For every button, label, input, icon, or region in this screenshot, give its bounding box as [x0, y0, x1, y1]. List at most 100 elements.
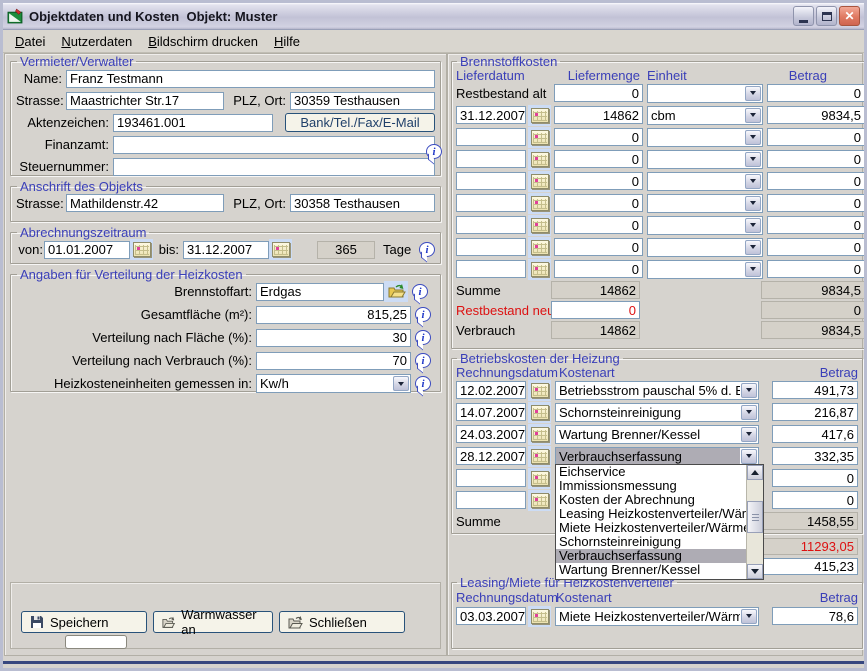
calendar-button[interactable] — [528, 171, 551, 192]
liefermenge-field[interactable]: 0 — [554, 238, 643, 256]
einheit-select[interactable] — [647, 150, 763, 169]
einheit-select[interactable]: Kw/h — [256, 374, 411, 393]
warmwasser-button[interactable]: Warmwasser an — [153, 611, 273, 633]
calendar-button[interactable] — [528, 446, 551, 467]
chevron-down-icon[interactable] — [745, 218, 761, 233]
lieferdatum-field[interactable] — [456, 238, 526, 256]
betrag-field[interactable]: 491,73 — [772, 381, 858, 399]
kostenart-select[interactable]: Verbrauchserfassung — [555, 447, 759, 466]
von-calendar-button[interactable] — [130, 239, 153, 260]
dropdown-option-selected[interactable]: Verbrauchserfassung — [556, 549, 746, 563]
betrag-field[interactable]: 0 — [767, 172, 865, 190]
chevron-down-icon[interactable] — [745, 130, 761, 145]
brennstoffart-field[interactable]: Erdgas — [256, 283, 384, 301]
menu-nutzerdaten[interactable]: Nutzerdaten — [53, 31, 140, 52]
objekt-strasse-field[interactable]: Mathildenstr.42 — [66, 194, 224, 212]
objekt-plz-field[interactable]: 30358 Testhausen — [290, 194, 435, 212]
scroll-up-button[interactable] — [747, 465, 763, 480]
info-icon[interactable]: i — [415, 353, 431, 368]
betrag-field[interactable]: 0 — [767, 216, 865, 234]
info-icon[interactable]: i — [426, 144, 442, 159]
title-bar[interactable]: Objektdaten und Kosten Objekt: Muster ✕ — [3, 3, 864, 30]
betrag-field[interactable]: 0 — [767, 150, 865, 168]
restbestand-alt-betrag-field[interactable]: 0 — [767, 84, 865, 102]
scroll-down-button[interactable] — [747, 564, 763, 579]
chevron-down-icon[interactable] — [741, 609, 757, 624]
rechnungsdatum-field[interactable]: 14.07.2007 — [456, 403, 526, 421]
calendar-button[interactable] — [528, 215, 551, 236]
rechnungsdatum-field[interactable] — [456, 491, 526, 509]
calendar-button[interactable] — [528, 490, 551, 511]
close-button[interactable]: ✕ — [839, 6, 860, 26]
chevron-down-icon[interactable] — [745, 262, 761, 277]
calendar-button[interactable] — [528, 380, 551, 401]
close-form-button[interactable]: Schließen — [279, 611, 405, 633]
info-icon[interactable]: i — [419, 242, 435, 257]
betrag-field[interactable]: 9834,5 — [767, 106, 865, 124]
calendar-button[interactable] — [528, 149, 551, 170]
dropdown-option[interactable]: Kosten der Abrechnung — [556, 493, 746, 507]
calendar-button[interactable] — [528, 105, 551, 126]
betrag-field[interactable]: 78,6 — [772, 607, 858, 625]
einheit-select[interactable] — [647, 84, 763, 103]
kostenart-select[interactable]: Schornsteinreinigung — [555, 403, 759, 422]
von-field[interactable]: 01.01.2007 — [44, 241, 130, 259]
menu-bildschirm-drucken[interactable]: Bildschirm drucken — [140, 31, 266, 52]
lieferdatum-field[interactable] — [456, 128, 526, 146]
betrag-field[interactable]: 0 — [767, 194, 865, 212]
einheit-select[interactable] — [647, 238, 763, 257]
einheit-select[interactable] — [647, 260, 763, 279]
info-icon[interactable]: i — [415, 307, 431, 322]
chevron-down-icon[interactable] — [741, 449, 757, 464]
liefermenge-field[interactable]: 0 — [554, 260, 643, 278]
kostenart-select[interactable]: Miete Heizkostenverteiler/Wärm — [555, 607, 759, 626]
lieferdatum-field[interactable] — [456, 150, 526, 168]
rechnungsdatum-field[interactable] — [456, 469, 526, 487]
restbestand-neu-field[interactable]: 0 — [551, 301, 640, 319]
lieferdatum-field[interactable] — [456, 172, 526, 190]
rechnungsdatum-field[interactable]: 03.03.2007 — [456, 607, 526, 625]
info-icon[interactable]: i — [415, 376, 431, 391]
info-icon[interactable]: i — [412, 284, 428, 299]
aktenzeichen-field[interactable]: 193461.001 — [113, 114, 273, 132]
dropdown-scrollbar[interactable] — [746, 465, 763, 579]
chevron-down-icon[interactable] — [745, 152, 761, 167]
untere-summe-field[interactable]: 415,23 — [748, 558, 858, 575]
lieferdatum-field[interactable] — [456, 194, 526, 212]
dropdown-option[interactable]: Miete Heizkostenverteiler/Wärme — [556, 521, 746, 535]
kostenart-select[interactable]: Wartung Brenner/Kessel — [555, 425, 759, 444]
einheit-select[interactable] — [647, 194, 763, 213]
calendar-button[interactable] — [528, 259, 551, 280]
einheit-select[interactable]: cbm — [647, 106, 763, 125]
rechnungsdatum-field[interactable]: 24.03.2007 — [456, 425, 526, 443]
calendar-button[interactable] — [528, 193, 551, 214]
calendar-button[interactable] — [528, 127, 551, 148]
calendar-button[interactable] — [528, 468, 551, 489]
rechnungsdatum-field[interactable]: 12.02.2007 — [456, 381, 526, 399]
minimize-button[interactable] — [793, 6, 814, 26]
einheit-select[interactable] — [647, 216, 763, 235]
liefermenge-field[interactable]: 0 — [554, 194, 643, 212]
verteilung-flaeche-field[interactable]: 30 — [256, 329, 411, 347]
chevron-down-icon[interactable] — [745, 108, 761, 123]
finanzamt-field[interactable] — [113, 136, 435, 154]
info-icon[interactable]: i — [415, 330, 431, 345]
dropdown-option[interactable]: Leasing Heizkostenverteiler/Wärme — [556, 507, 746, 521]
name-field[interactable]: Franz Testmann — [66, 70, 435, 88]
betrag-field[interactable]: 216,87 — [772, 403, 858, 421]
liefermenge-field[interactable]: 0 — [554, 128, 643, 146]
strasse-field[interactable]: Maastrichter Str.17 — [66, 92, 224, 110]
betrag-field[interactable]: 332,35 — [772, 447, 858, 465]
bank-tel-fax-email-button[interactable]: Bank/Tel./Fax/E-Mail — [285, 113, 435, 132]
liefermenge-field[interactable]: 0 — [554, 150, 643, 168]
bis-field[interactable]: 31.12.2007 — [183, 241, 269, 259]
chevron-down-icon[interactable] — [745, 196, 761, 211]
verteilung-verbrauch-field[interactable]: 70 — [256, 352, 411, 370]
chevron-down-icon[interactable] — [745, 174, 761, 189]
calendar-button[interactable] — [528, 424, 551, 445]
gesamtflaeche-field[interactable]: 815,25 — [256, 306, 411, 324]
lieferdatum-field[interactable]: 31.12.2007 — [456, 106, 526, 124]
chevron-down-icon[interactable] — [741, 427, 757, 442]
liefermenge-field[interactable]: 14862 — [554, 106, 643, 124]
betrag-field[interactable]: 0 — [772, 491, 858, 509]
